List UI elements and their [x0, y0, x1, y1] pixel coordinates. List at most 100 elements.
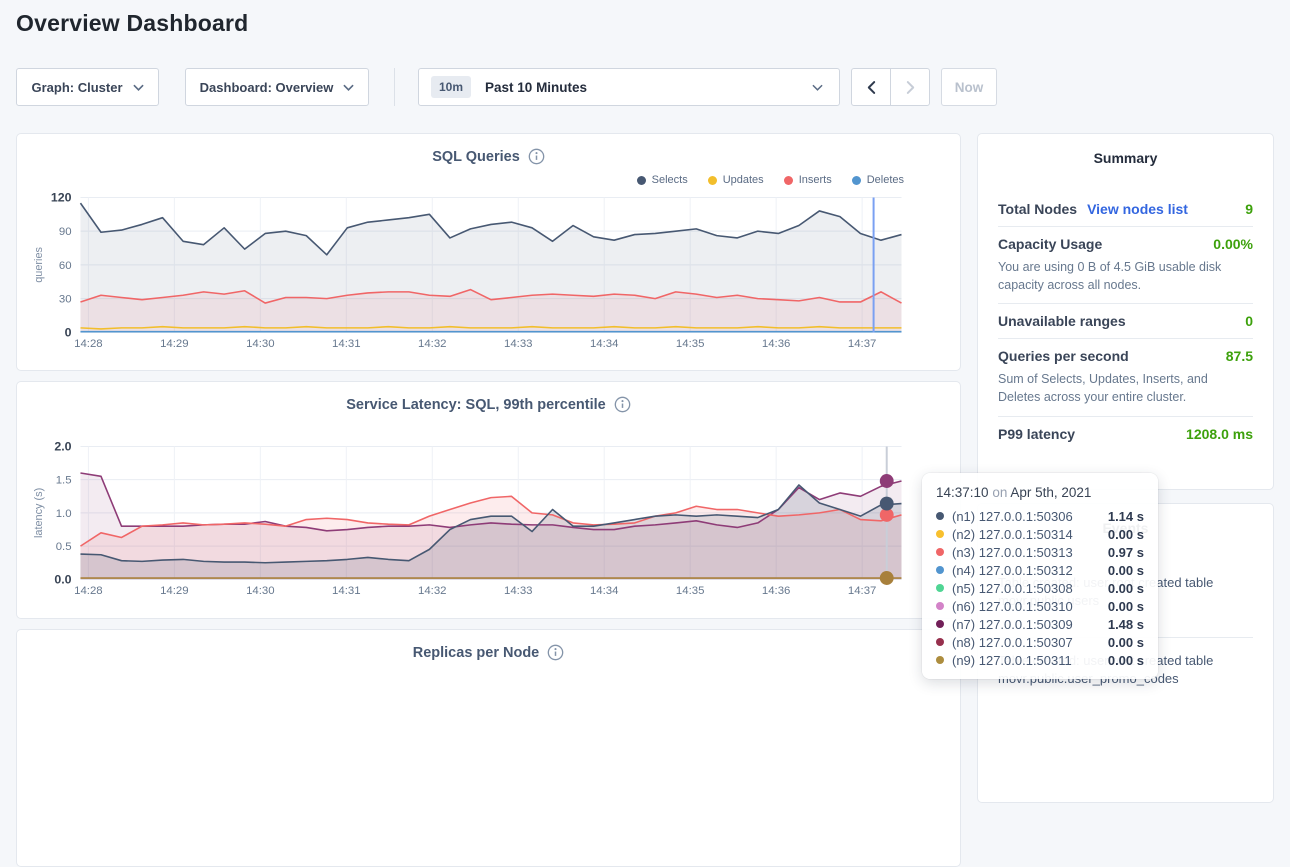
y-tick-label: 0.0: [54, 572, 71, 586]
summary-label: Total Nodes: [998, 201, 1077, 217]
summary-description: Sum of Selects, Updates, Inserts, and De…: [998, 370, 1253, 406]
y-tick-label: 1.5: [56, 475, 72, 487]
tooltip-value: 0.00 s: [1108, 581, 1144, 596]
summary-label: Capacity Usage: [998, 236, 1102, 252]
y-axis-label: latency (s): [33, 488, 45, 538]
view-nodes-link[interactable]: View nodes list: [1087, 201, 1188, 217]
time-range-label: Past 10 Minutes: [485, 80, 587, 95]
summary-row: Total NodesView nodes list9: [998, 192, 1253, 226]
tooltip-value: 0.00 s: [1108, 599, 1144, 614]
dashboard-dropdown[interactable]: Dashboard: Overview: [185, 68, 369, 106]
tooltip-time: 14:37:10: [936, 485, 989, 500]
tooltip-row: (n9) 127.0.0.1:503110.00 s: [936, 651, 1144, 669]
toolbar-divider: [394, 68, 395, 106]
summary-value: 0.00%: [1213, 236, 1253, 252]
x-tick-label: 14:28: [74, 338, 103, 350]
tooltip-value: 0.00 s: [1108, 563, 1144, 578]
series-dot: [936, 584, 944, 592]
tooltip-row: (n3) 127.0.0.1:503130.97 s: [936, 543, 1144, 561]
tooltip-row: (n8) 127.0.0.1:50307 0.00 s: [936, 633, 1144, 651]
tooltip-row: (n1) 127.0.0.1:50306 1.14 s: [936, 507, 1144, 525]
y-tick-label: 120: [51, 190, 72, 204]
x-tick-label: 14:37: [848, 585, 877, 597]
y-tick-label: 0.5: [56, 541, 72, 553]
overview-dashboard-page: Overview Dashboard Graph: Cluster Dashbo…: [0, 0, 1290, 689]
summary-row-top: Capacity Usage 0.00%: [998, 236, 1253, 252]
chevron-down-icon: [133, 84, 144, 91]
summary-label: Unavailable ranges: [998, 313, 1126, 329]
series-dot: [936, 638, 944, 646]
tooltip-node-address: (n7) 127.0.0.1:50309: [952, 617, 1073, 632]
tooltip-rows: (n1) 127.0.0.1:50306 1.14 s(n2) 127.0.0.1…: [936, 507, 1144, 669]
time-range-selector[interactable]: 10m Past 10 Minutes: [418, 68, 840, 106]
tooltip-node-address: (n5) 127.0.0.1:50308: [952, 581, 1073, 596]
x-tick-label: 14:31: [332, 338, 361, 350]
y-tick-label: 90: [59, 226, 72, 238]
x-tick-label: 14:30: [246, 338, 275, 350]
x-tick-label: 14:30: [246, 585, 275, 597]
summary-value: 0: [1245, 313, 1253, 329]
hover-dot: [880, 497, 894, 511]
tooltip-timestamp: 14:37:10 on Apr 5th, 2021: [936, 485, 1144, 500]
x-tick-label: 14:34: [590, 338, 619, 350]
tooltip-value: 0.00 s: [1108, 635, 1144, 650]
tooltip-row: (n7) 127.0.0.1:50309 1.48 s: [936, 615, 1144, 633]
graph-dropdown[interactable]: Graph: Cluster: [16, 68, 159, 106]
tooltip-node-address: (n4) 127.0.0.1:50312: [952, 563, 1073, 578]
summary-value: 87.5: [1226, 348, 1253, 364]
x-tick-label: 14:36: [762, 585, 791, 597]
tooltip-date: Apr 5th, 2021: [1010, 485, 1091, 500]
x-tick-label: 14:37: [848, 338, 877, 350]
series-dot: [936, 512, 944, 520]
tooltip-node-address: (n6) 127.0.0.1:50310: [952, 599, 1073, 614]
x-tick-label: 14:36: [762, 338, 791, 350]
series-dot: [936, 530, 944, 538]
time-prev-button[interactable]: [851, 68, 891, 106]
graph-dropdown-label: Graph: Cluster: [31, 80, 122, 95]
time-next-button[interactable]: [890, 68, 930, 106]
summary-row: Queries per second 87.5 Sum of Selects, Up…: [998, 339, 1253, 415]
service-latency-card: Service Latency: SQL, 99th percentile 0.…: [16, 381, 961, 619]
now-button[interactable]: Now: [941, 68, 997, 106]
y-tick-label: 2.0: [54, 439, 71, 453]
replicas-per-node-card: Replicas per Node: [16, 629, 961, 867]
tooltip-node-address: (n1) 127.0.0.1:50306: [952, 509, 1073, 524]
tooltip-value: 0.00 s: [1108, 527, 1144, 542]
arrow-left-icon: [867, 80, 876, 95]
tooltip-row: (n6) 127.0.0.1:50310 0.00 s: [936, 597, 1144, 615]
summary-value: 1208.0 ms: [1186, 426, 1253, 442]
tooltip-value: 1.14 s: [1108, 509, 1144, 524]
tooltip-value: 1.48 s: [1108, 617, 1144, 632]
x-tick-label: 14:28: [74, 585, 103, 597]
x-tick-label: 14:33: [504, 585, 533, 597]
series-dot: [936, 548, 944, 556]
hover-dot: [880, 571, 894, 585]
x-tick-label: 14:34: [590, 585, 619, 597]
service-latency-chart[interactable]: 0.00.51.01.52.014:2814:2914:3014:3114:32…: [17, 382, 960, 618]
tooltip-row: (n2) 127.0.0.1:503140.00 s: [936, 525, 1144, 543]
tooltip-row: (n4) 127.0.0.1:50312 0.00 s: [936, 561, 1144, 579]
summary-row-top: Total NodesView nodes list9: [998, 201, 1253, 217]
sql-queries-chart[interactable]: 030609012014:2814:2914:3014:3114:3214:33…: [17, 134, 960, 370]
replicas-per-node-title: Replicas per Node: [17, 644, 960, 661]
info-icon[interactable]: [547, 644, 564, 661]
tooltip-connector: on: [992, 485, 1007, 500]
summary-row: P99 latency 1208.0 ms: [998, 417, 1253, 451]
y-axis-label: queries: [33, 246, 45, 282]
tooltip-node-address: (n8) 127.0.0.1:50307: [952, 635, 1073, 650]
chevron-down-icon: [343, 84, 354, 91]
chevron-down-icon: [812, 84, 823, 91]
x-tick-label: 14:33: [504, 338, 533, 350]
x-tick-label: 14:32: [418, 338, 447, 350]
summary-label: Queries per second: [998, 348, 1129, 364]
hover-dot: [880, 474, 894, 488]
y-tick-label: 0: [65, 325, 72, 339]
x-tick-label: 14:29: [160, 338, 189, 350]
summary-body: Total NodesView nodes list9Capacity Usag…: [978, 192, 1273, 451]
page-title: Overview Dashboard: [16, 10, 248, 37]
x-tick-label: 14:31: [332, 585, 361, 597]
tooltip-node-address: (n9) 127.0.0.1:50311: [952, 653, 1072, 668]
summary-title: Summary: [978, 134, 1273, 166]
summary-label: P99 latency: [998, 426, 1075, 442]
x-tick-label: 14:35: [676, 585, 705, 597]
